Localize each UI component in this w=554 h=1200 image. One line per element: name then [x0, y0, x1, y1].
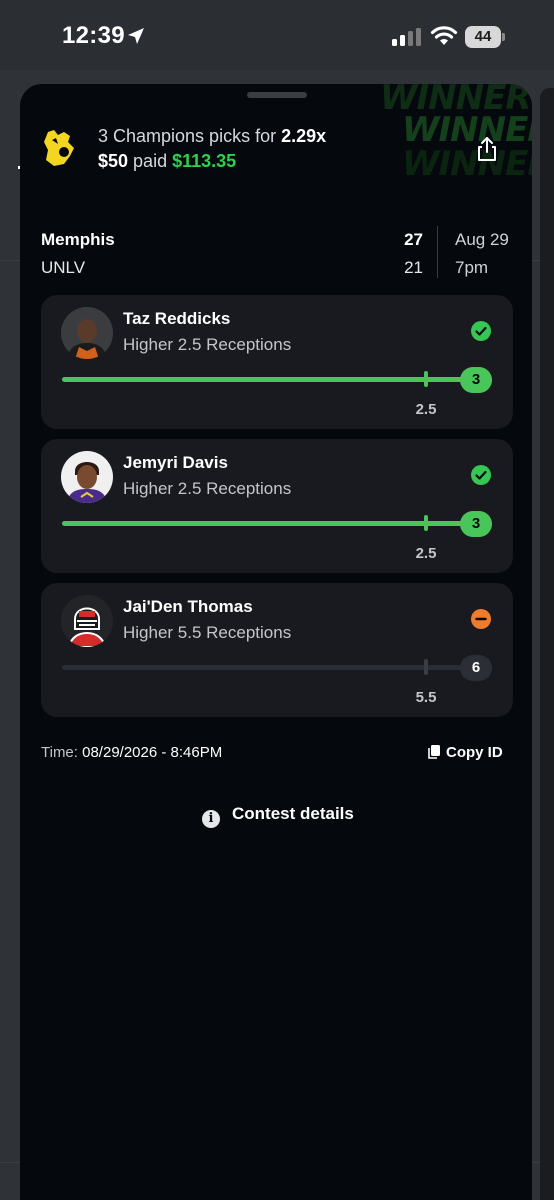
line-label: 2.5: [415, 545, 437, 562]
battery-level: 44: [465, 26, 501, 48]
status-time: 12:39: [62, 22, 125, 49]
result-pill: 3: [460, 511, 492, 537]
game-date: Aug 29: [455, 230, 509, 249]
team2-name: UNLV: [41, 258, 86, 277]
entry-detail-sheet: WINNER!! WINNER!! WINNER!! 3 Champions p…: [20, 84, 532, 1200]
battery-icon: 44: [465, 26, 505, 48]
pick-line: Higher 5.5 Receptions: [123, 623, 292, 642]
status-bar: 12:39 44: [0, 0, 554, 72]
line-marker: [424, 659, 428, 675]
info-icon: i: [202, 810, 220, 828]
copy-id-button[interactable]: Copy ID: [428, 744, 503, 761]
stake-amount: $50: [98, 151, 129, 171]
player-avatar-placeholder: [61, 595, 113, 647]
player-avatar: [61, 307, 113, 359]
player-name: Jai'Den Thomas: [123, 597, 253, 616]
location-arrow-icon: [128, 28, 144, 44]
pick-card[interactable]: Jemyri Davis Higher 2.5 Receptions 3 2.5: [41, 439, 513, 573]
payout-amount: $113.35: [172, 151, 237, 171]
wifi-icon: [430, 26, 458, 45]
entry-time: Time: 08/29/2026 - 8:46PM: [41, 744, 223, 761]
picks-summary: 3 Champions picks for 2.29x: [98, 126, 327, 146]
champions-logo-icon: [44, 130, 74, 166]
team1-name: Memphis: [41, 230, 115, 249]
contest-details-button[interactable]: i Contest details: [202, 804, 354, 828]
share-icon[interactable]: [476, 136, 498, 162]
pick-card[interactable]: Jai'Den Thomas Higher 5.5 Receptions 6 5…: [41, 583, 513, 717]
team1-score: 27: [404, 230, 423, 249]
check-circle-icon: [471, 321, 491, 341]
team2-score: 21: [404, 258, 423, 277]
payout-summary: $50 paid $113.35: [98, 151, 237, 171]
check-circle-icon: [471, 465, 491, 485]
line-marker: [424, 371, 428, 387]
entry-time-value: 08/29/2026 - 8:46PM: [82, 744, 223, 761]
pick-line: Higher 2.5 Receptions: [123, 335, 292, 354]
game-score: Memphis 27 UNLV 21 Aug 29 7pm: [41, 226, 515, 282]
background-card-edge: [540, 88, 554, 1200]
minus-circle-icon: [471, 609, 491, 629]
line-label: 2.5: [415, 401, 437, 418]
player-name: Taz Reddicks: [123, 309, 231, 328]
line-marker: [424, 515, 428, 531]
player-avatar: [61, 451, 113, 503]
copy-icon: [428, 745, 440, 759]
game-time: 7pm: [455, 258, 489, 277]
signal-icon: [392, 28, 421, 46]
sheet-grabber[interactable]: [247, 92, 307, 98]
pick-line: Higher 2.5 Receptions: [123, 479, 292, 498]
line-label: 5.5: [415, 689, 437, 706]
multiplier: 2.29x: [281, 126, 327, 146]
player-name: Jemyri Davis: [123, 453, 228, 472]
winner-banner: WINNER!! WINNER!! WINNER!!: [382, 84, 532, 184]
pick-card[interactable]: Taz Reddicks Higher 2.5 Receptions 3 2.5: [41, 295, 513, 429]
result-pill: 3: [460, 367, 492, 393]
result-pill: 6: [460, 655, 492, 681]
